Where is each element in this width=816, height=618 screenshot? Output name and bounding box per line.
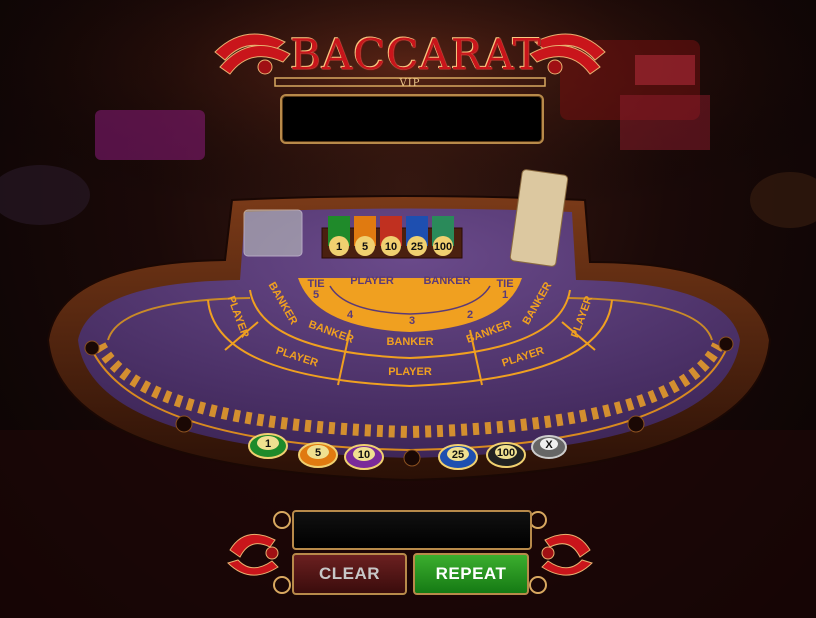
- svg-text:X: X: [545, 439, 553, 451]
- svg-text:1: 1: [265, 438, 271, 450]
- chip-25[interactable]: 25: [438, 444, 478, 470]
- chip-100[interactable]: 100: [486, 442, 526, 468]
- repeat-button[interactable]: REPEAT: [413, 553, 529, 595]
- game-stage: BACCARAT VIP 1 5 10 25 100 TIE 5 PLAYER …: [0, 0, 816, 618]
- chip-1[interactable]: 1: [248, 433, 288, 459]
- svg-text:25: 25: [452, 449, 464, 461]
- chip-5[interactable]: 5: [298, 442, 338, 468]
- svg-text:5: 5: [315, 447, 321, 459]
- chip-10[interactable]: 10: [344, 444, 384, 470]
- chip-x-remove[interactable]: X: [531, 435, 567, 459]
- bet-total-display: [292, 510, 532, 550]
- clear-button[interactable]: CLEAR: [292, 553, 407, 595]
- svg-text:10: 10: [358, 449, 370, 461]
- svg-text:100: 100: [497, 447, 515, 459]
